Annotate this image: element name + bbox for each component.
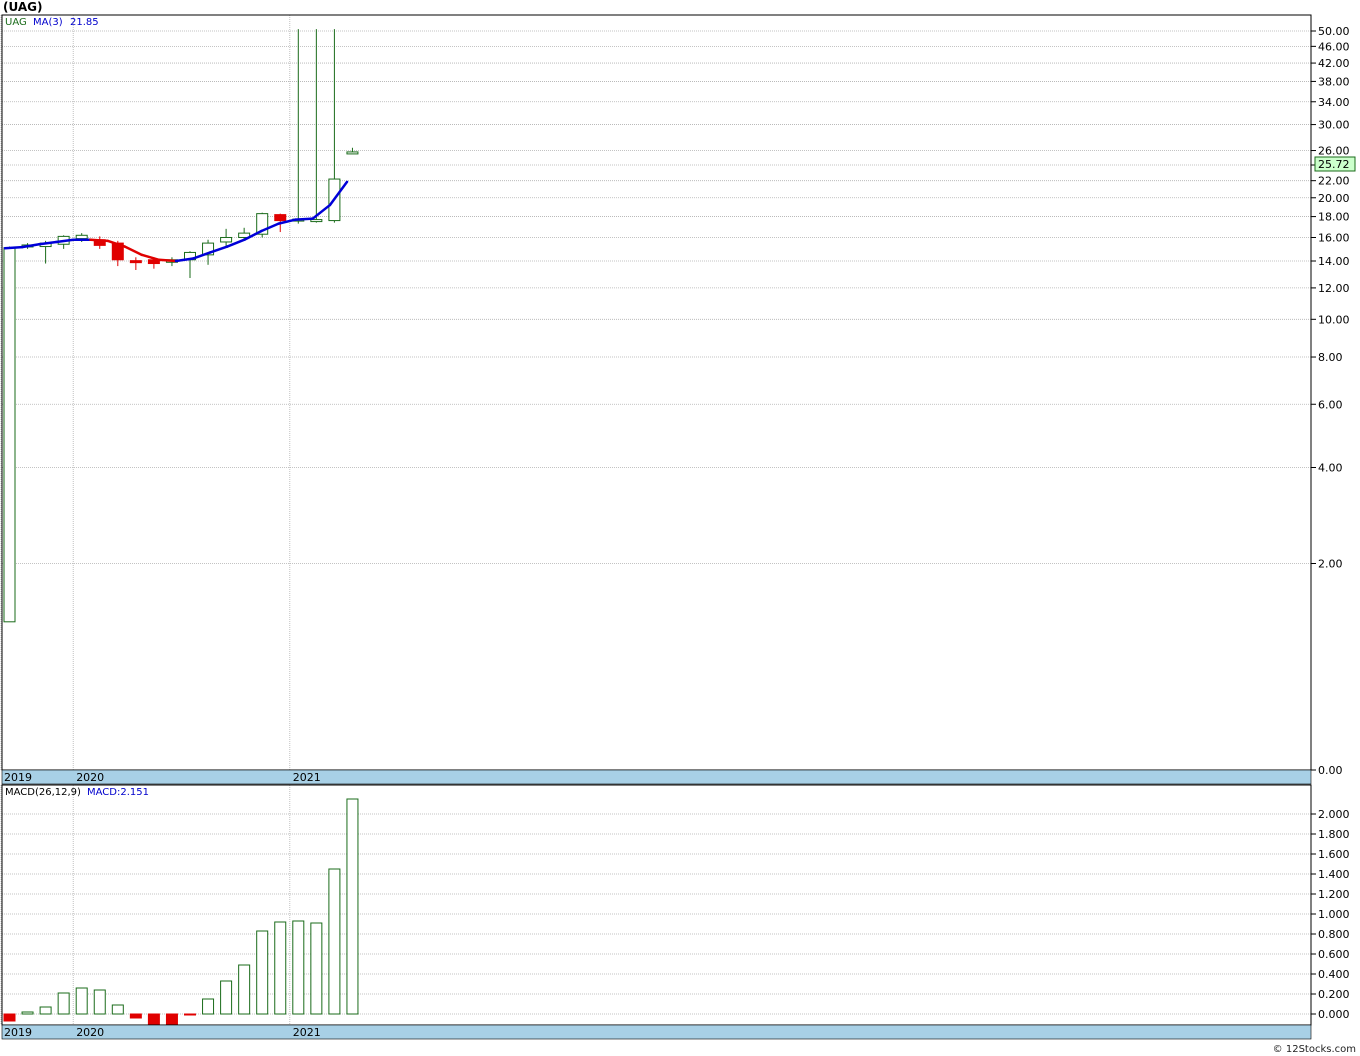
candle-body	[310, 219, 323, 223]
price-tick-label: 14.00	[1318, 255, 1350, 268]
macd-bar	[39, 1006, 52, 1015]
macd-tick-label: 1.600	[1318, 848, 1350, 861]
macd-tick-label: 0.200	[1318, 988, 1350, 1001]
candle-body	[220, 236, 233, 243]
macd-bar	[184, 1013, 196, 1016]
chart-svg: 0.00 2.00 4.00 6.00 8.00 10.00 12.00 14.00 16.00…	[0, 14, 1356, 1040]
macd-grid	[0, 785, 1311, 1025]
price-x-axis-band	[1, 769, 1312, 785]
ma-line-segment	[140, 253, 161, 262]
macd-bar	[93, 989, 106, 1015]
price-tick-label: 20.00	[1318, 192, 1350, 205]
price-tick-label: 30.00	[1318, 119, 1350, 132]
macd-tick-label: 2.000	[1318, 808, 1350, 821]
price-candles	[3, 29, 359, 623]
candle-body	[129, 260, 142, 264]
candle-body	[3, 247, 16, 623]
price-frame-border	[1, 14, 1312, 771]
ma-line-segment	[123, 245, 144, 257]
macd-bar	[129, 1013, 142, 1019]
price-x-tick-label: 2021	[293, 771, 321, 784]
ma-line-segment	[89, 238, 109, 243]
macd-legend-value: MACD:2.151	[87, 787, 149, 798]
price-tick-label: 4.00	[1318, 462, 1343, 475]
price-tick-label: 16.00	[1318, 231, 1350, 244]
macd-x-tick-label: 2019	[4, 1026, 32, 1039]
price-tick-label: 2.00	[1318, 558, 1343, 571]
macd-bar	[202, 998, 215, 1015]
macd-tick-label: 0.000	[1318, 1008, 1350, 1021]
macd-bar	[274, 921, 287, 1015]
price-tick-label: 6.00	[1318, 398, 1343, 411]
price-tick-label: 38.00	[1318, 75, 1350, 88]
macd-bar	[75, 987, 88, 1015]
macd-bar	[165, 1013, 178, 1025]
price-tick-label: 26.00	[1318, 145, 1350, 158]
macd-bar	[147, 1013, 160, 1025]
macd-bar	[21, 1011, 34, 1015]
credit-text: © 12Stocks.com	[1272, 1044, 1356, 1055]
macd-bar	[328, 868, 341, 1015]
legend-ma-value: 21.85	[70, 17, 99, 28]
price-x-tick-label: 2020	[76, 771, 104, 784]
ma-line-segment	[3, 245, 24, 250]
macd-frame-border	[1, 784, 1312, 1026]
macd-x-tick-label: 2021	[293, 1026, 321, 1039]
macd-x-axis-band	[1, 1024, 1312, 1040]
macd-tick-label: 0.400	[1318, 968, 1350, 981]
macd-bar	[238, 964, 251, 1015]
macd-bar	[111, 1004, 124, 1015]
macd-tick-label: 1.800	[1318, 828, 1350, 841]
ma-line-segment	[37, 240, 58, 246]
price-tick-label: 46.00	[1318, 40, 1350, 53]
macd-bar	[57, 992, 70, 1015]
ma-line-segment	[294, 217, 315, 221]
price-tick-label: 10.00	[1318, 313, 1350, 326]
candle-body	[274, 214, 287, 222]
macd-tick-label: 0.600	[1318, 948, 1350, 961]
ma-line-segment	[311, 203, 332, 220]
price-tick-label: 8.00	[1318, 351, 1343, 364]
price-tick-label: 42.00	[1318, 57, 1350, 70]
macd-bar	[220, 980, 233, 1015]
macd-tick-label: 1.200	[1318, 888, 1350, 901]
macd-tick-label: 0.800	[1318, 928, 1350, 941]
macd-bar	[256, 930, 269, 1015]
price-tick-label: 12.00	[1318, 282, 1350, 295]
price-tick-label: 50.00	[1318, 25, 1350, 38]
price-frame: 0.00 2.00 4.00 6.00 8.00 10.00 12.00 14.00 16.00…	[1, 14, 1356, 785]
ma-line-segment	[157, 258, 178, 263]
price-tick-label: 18.00	[1318, 211, 1350, 224]
last-price-label: 25.72	[1318, 158, 1350, 171]
macd-tick-label: 1.400	[1318, 868, 1350, 881]
macd-bar	[310, 922, 323, 1015]
macd-bars	[3, 798, 359, 1025]
macd-bar	[3, 1013, 16, 1022]
price-tick-label: 34.00	[1318, 96, 1350, 109]
price-tick-label: 22.00	[1318, 175, 1350, 188]
macd-bar	[292, 920, 305, 1015]
legend-ma: MA(3)	[33, 17, 63, 28]
price-tick-label: 0.00	[1318, 764, 1343, 777]
macd-tick-label: 1.000	[1318, 908, 1350, 921]
price-grid	[0, 15, 1311, 771]
macd-x-tick-label: 2020	[76, 1026, 104, 1039]
legend-symbol: UAG	[5, 17, 27, 28]
candle-body	[75, 234, 88, 240]
macd-bar	[346, 798, 359, 1015]
candle-body	[346, 151, 359, 155]
price-x-tick-label: 2019	[4, 771, 32, 784]
macd-legend-label: MACD(26,12,9)	[5, 787, 81, 798]
